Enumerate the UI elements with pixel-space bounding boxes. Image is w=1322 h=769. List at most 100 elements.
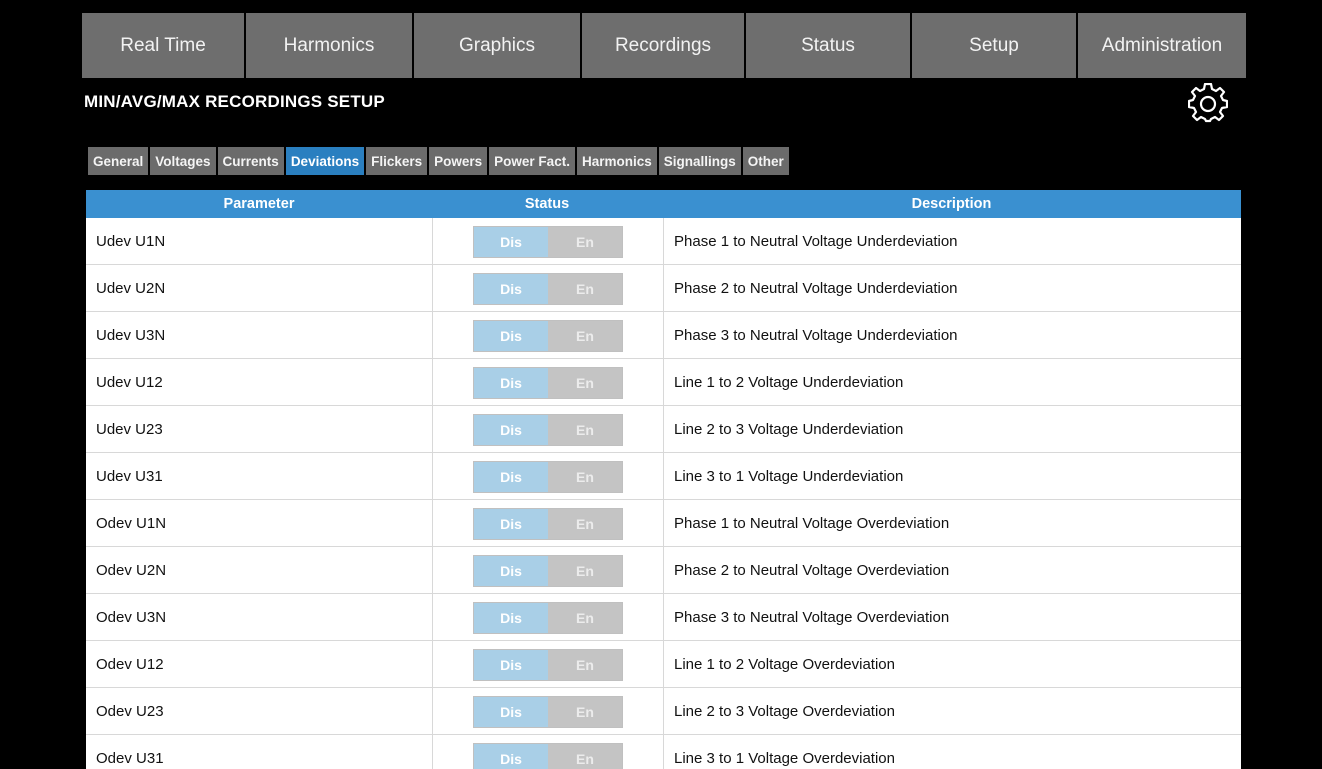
nav-setup[interactable]: Setup (912, 13, 1078, 78)
table-header: Parameter Status Description (86, 190, 1241, 218)
table-row: Odev U23 Dis En Line 2 to 3 Voltage Overdev… (86, 688, 1241, 735)
status-toggle[interactable]: Dis En (473, 649, 623, 681)
toggle-dis-option[interactable]: Dis (474, 274, 548, 304)
toggle-dis-option[interactable]: Dis (474, 650, 548, 680)
toggle-dis-option[interactable]: Dis (474, 321, 548, 351)
subtab-flickers[interactable]: Flickers (366, 147, 428, 175)
toggle-en-option[interactable]: En (548, 744, 622, 769)
description-cell: Phase 1 to Neutral Voltage Overdeviation (674, 515, 950, 532)
table-row: Odev U12 Dis En Line 1 to 2 Voltage Overdev… (86, 641, 1241, 688)
toggle-dis-option[interactable]: Dis (474, 462, 548, 492)
parameter-cell: Odev U23 (96, 703, 164, 720)
subtab-other[interactable]: Other (742, 147, 789, 175)
table-row: Odev U31 Dis En Line 3 to 1 Voltage Overdev… (86, 735, 1241, 769)
header-description: Description (911, 196, 992, 212)
status-cell: Dis En (432, 735, 664, 769)
toggle-dis-option[interactable]: Dis (474, 697, 548, 727)
table-row: Udev U12 Dis En Line 1 to 2 Voltage Underde… (86, 359, 1241, 406)
status-cell: Dis En (432, 218, 664, 265)
status-cell: Dis En (432, 406, 664, 453)
subtab-currents[interactable]: Currents (217, 147, 284, 175)
subtab-power-factor[interactable]: Power Fact. (489, 147, 575, 175)
parameter-cell: Udev U31 (96, 468, 163, 485)
status-cell: Dis En (432, 641, 664, 688)
description-cell: Line 2 to 3 Voltage Underdeviation (674, 421, 904, 438)
table-row: Odev U1N Dis En Phase 1 to Neutral Voltage … (86, 500, 1241, 547)
subtab-harmonics[interactable]: Harmonics (576, 147, 657, 175)
page-title: MIN/AVG/MAX RECORDINGS SETUP (84, 92, 385, 111)
table-row: Udev U3N Dis En Phase 3 to Neutral Voltage … (86, 312, 1241, 359)
toggle-en-option[interactable]: En (548, 650, 622, 680)
toggle-dis-option[interactable]: Dis (474, 744, 548, 769)
parameter-cell: Odev U31 (96, 750, 164, 767)
status-toggle[interactable]: Dis En (473, 508, 623, 540)
app-frame: Real Time Harmonics Graphics Recordings … (0, 0, 1322, 769)
status-toggle[interactable]: Dis En (473, 743, 623, 769)
toggle-en-option[interactable]: En (548, 603, 622, 633)
description-cell: Line 2 to 3 Voltage Overdeviation (674, 703, 895, 720)
parameter-cell: Udev U3N (96, 327, 166, 344)
status-toggle[interactable]: Dis En (473, 367, 623, 399)
toggle-en-option[interactable]: En (548, 227, 622, 257)
status-toggle[interactable]: Dis En (473, 320, 623, 352)
header-parameter: Parameter (223, 196, 295, 212)
parameter-cell: Odev U1N (96, 515, 167, 532)
nav-administration[interactable]: Administration (1078, 13, 1246, 78)
subtab-general[interactable]: General (88, 147, 149, 175)
recordings-table: Parameter Status Description Udev U1N Dis… (86, 190, 1241, 769)
nav-status[interactable]: Status (746, 13, 912, 78)
status-toggle[interactable]: Dis En (473, 226, 623, 258)
table-row: Udev U1N Dis En Phase 1 to Neutral Voltage … (86, 218, 1241, 265)
gear-icon[interactable] (1188, 83, 1228, 123)
parameter-cell: Udev U12 (96, 374, 163, 391)
status-cell: Dis En (432, 688, 664, 735)
status-cell: Dis En (432, 594, 664, 641)
description-cell: Phase 2 to Neutral Voltage Underdeviatio… (674, 280, 958, 297)
toggle-dis-option[interactable]: Dis (474, 603, 548, 633)
header-status: Status (524, 196, 570, 212)
toggle-dis-option[interactable]: Dis (474, 415, 548, 445)
toggle-en-option[interactable]: En (548, 321, 622, 351)
table-row: Odev U2N Dis En Phase 2 to Neutral Voltage … (86, 547, 1241, 594)
description-cell: Line 1 to 2 Voltage Underdeviation (674, 374, 904, 391)
status-cell: Dis En (432, 359, 664, 406)
toggle-dis-option[interactable]: Dis (474, 368, 548, 398)
toggle-en-option[interactable]: En (548, 697, 622, 727)
table-row: Udev U2N Dis En Phase 2 to Neutral Voltage … (86, 265, 1241, 312)
description-cell: Line 1 to 2 Voltage Overdeviation (674, 656, 895, 673)
toggle-en-option[interactable]: En (548, 274, 622, 304)
parameter-cell: Udev U23 (96, 421, 163, 438)
status-cell: Dis En (432, 547, 664, 594)
status-toggle[interactable]: Dis En (473, 461, 623, 493)
table-row: Udev U23 Dis En Line 2 to 3 Voltage Underde… (86, 406, 1241, 453)
subtab-deviations[interactable]: Deviations (285, 147, 365, 175)
table-body: Udev U1N Dis En Phase 1 to Neutral Voltage … (86, 218, 1241, 769)
parameter-cell: Udev U2N (96, 280, 166, 297)
nav-graphics[interactable]: Graphics (414, 13, 582, 78)
subtab-signallings[interactable]: Signallings (658, 147, 741, 175)
nav-harmonics[interactable]: Harmonics (246, 13, 414, 78)
subtab-powers[interactable]: Powers (429, 147, 488, 175)
toggle-dis-option[interactable]: Dis (474, 556, 548, 586)
toggle-en-option[interactable]: En (548, 556, 622, 586)
description-cell: Line 3 to 1 Voltage Underdeviation (674, 468, 904, 485)
toggle-en-option[interactable]: En (548, 368, 622, 398)
toggle-en-option[interactable]: En (548, 415, 622, 445)
nav-real-time[interactable]: Real Time (82, 13, 246, 78)
subtab-bar: General Voltages Currents Deviations Fli… (88, 147, 791, 175)
top-navigation: Real Time Harmonics Graphics Recordings … (82, 13, 1246, 78)
toggle-dis-option[interactable]: Dis (474, 227, 548, 257)
toggle-en-option[interactable]: En (548, 509, 622, 539)
description-cell: Phase 3 to Neutral Voltage Overdeviation (674, 609, 950, 626)
status-cell: Dis En (432, 500, 664, 547)
subtab-voltages[interactable]: Voltages (150, 147, 216, 175)
toggle-dis-option[interactable]: Dis (474, 509, 548, 539)
status-toggle[interactable]: Dis En (473, 555, 623, 587)
nav-recordings[interactable]: Recordings (582, 13, 746, 78)
description-cell: Phase 2 to Neutral Voltage Overdeviation (674, 562, 950, 579)
status-toggle[interactable]: Dis En (473, 696, 623, 728)
toggle-en-option[interactable]: En (548, 462, 622, 492)
status-toggle[interactable]: Dis En (473, 414, 623, 446)
status-toggle[interactable]: Dis En (473, 273, 623, 305)
status-toggle[interactable]: Dis En (473, 602, 623, 634)
